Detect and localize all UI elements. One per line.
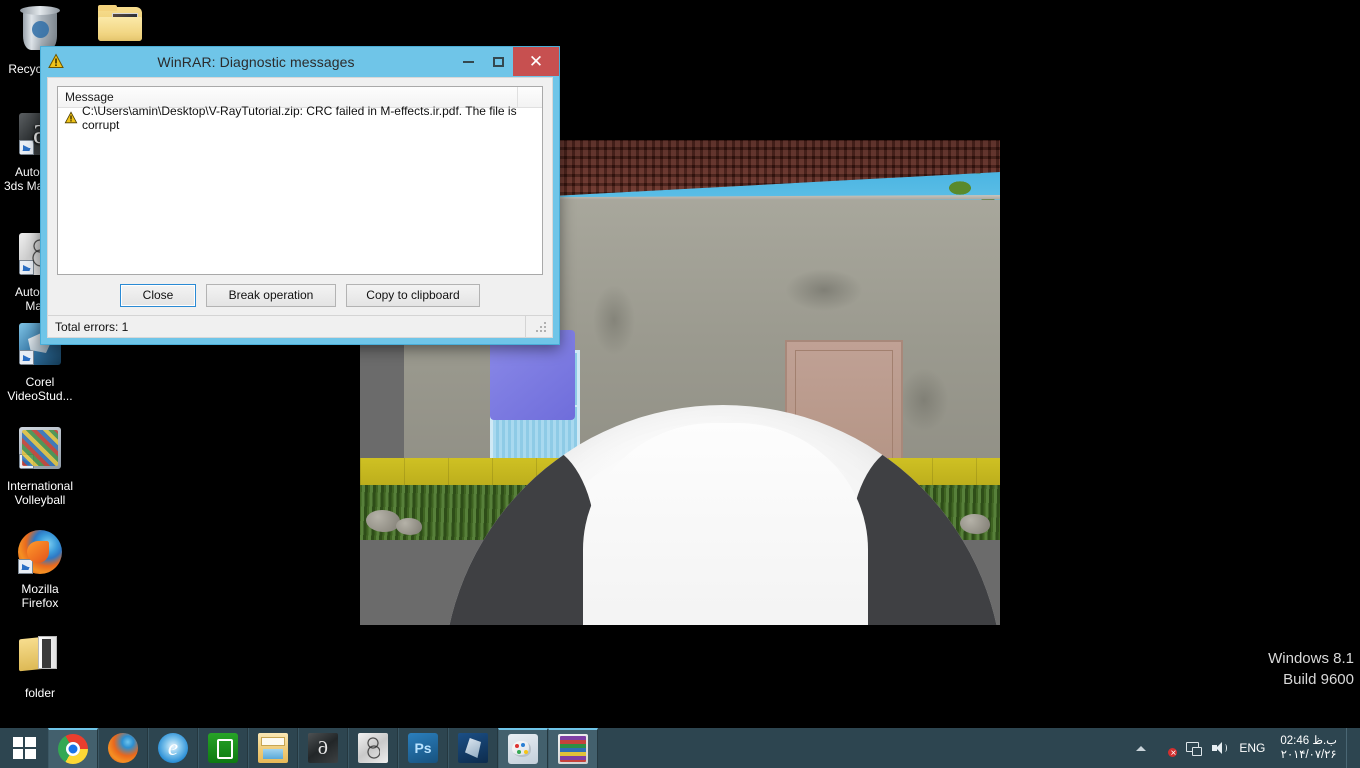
file-explorer-icon <box>258 733 288 763</box>
app-icon <box>458 733 488 763</box>
taskbar-firefox[interactable] <box>98 728 148 768</box>
taskbar-store[interactable] <box>198 728 248 768</box>
desktop-icon-label-line1: Mozilla <box>21 582 59 596</box>
clock-time: 02:46 ب.ظ <box>1280 735 1337 747</box>
firefox-icon <box>16 530 64 578</box>
dialog-button-bar: Close Break operation Copy to clipboard <box>48 275 552 315</box>
taskbar-items[interactable] <box>48 728 598 768</box>
volleyball-icon <box>16 427 64 475</box>
taskbar-file-explorer[interactable] <box>248 728 298 768</box>
message-text: C:\Users\amin\Desktop\V-RayTutorial.zip:… <box>82 103 517 132</box>
3ds-max-icon <box>308 733 338 763</box>
system-tray[interactable]: ENG 02:46 ب.ظ ۲۰۱۴/۰۷/۲۶ <box>1133 728 1360 768</box>
dialog-titlebar[interactable]: WinRAR: Diagnostic messages ✕ <box>41 47 559 76</box>
desktop-icon-label-line2: Volleyball <box>14 493 66 507</box>
internet-explorer-icon <box>158 733 188 763</box>
scene-rock <box>396 518 422 535</box>
desktop-icon-label-line2: Firefox <box>21 596 59 610</box>
chrome-icon <box>58 734 88 764</box>
photoshop-icon <box>408 733 438 763</box>
close-button[interactable]: Close <box>120 283 196 307</box>
open-folder-icon <box>16 634 64 682</box>
desktop-icon-label-line1: International <box>6 479 74 493</box>
clock-date: ۲۰۱۴/۰۷/۲۶ <box>1280 749 1337 761</box>
winrar-diagnostic-messages-dialog[interactable]: WinRAR: Diagnostic messages ✕ Message C:… <box>40 46 560 345</box>
dialog-statusbar: Total errors: 1 <box>48 315 552 337</box>
clock[interactable]: 02:46 ب.ظ ۲۰۱۴/۰۷/۲۶ <box>1276 734 1337 762</box>
taskbar-photoshop[interactable] <box>398 728 448 768</box>
taskbar-winrar[interactable] <box>548 728 598 768</box>
window-controls[interactable]: ✕ <box>453 47 559 76</box>
paint-icon <box>508 734 538 764</box>
watermark-build: Build 9600 <box>1283 671 1354 688</box>
desktop-icon-label: folder <box>24 686 56 700</box>
maximize-button[interactable] <box>483 47 513 76</box>
desktop-icon-label-line2: VideoStud... <box>7 389 73 403</box>
break-operation-button[interactable]: Break operation <box>206 283 336 307</box>
statusbar-divider <box>525 316 526 337</box>
scene-rock <box>366 510 400 532</box>
network-icon[interactable] <box>1186 741 1203 756</box>
desktop[interactable]: Recycle Bin Autodesk 3ds Max 20... Autod… <box>0 0 1360 728</box>
desktop-icon-label-line1: Corel <box>25 375 55 389</box>
total-errors-text: Total errors: 1 <box>55 319 129 334</box>
show-desktop-button[interactable] <box>1346 728 1354 768</box>
winrar-icon <box>558 734 588 764</box>
taskbar-maya[interactable] <box>348 728 398 768</box>
taskbar-blue-app[interactable] <box>448 728 498 768</box>
taskbar-internet-explorer[interactable] <box>148 728 198 768</box>
firefox-icon <box>108 733 138 763</box>
flag-alert-icon[interactable] <box>1159 740 1178 760</box>
resize-grip[interactable] <box>536 322 548 334</box>
desktop-icon-international-volleyball[interactable]: International Volleyball <box>0 424 88 507</box>
language-indicator[interactable]: ENG <box>1237 741 1267 755</box>
desktop-icon-firefox[interactable]: Mozilla Firefox <box>0 528 85 610</box>
taskbar-3ds-max[interactable] <box>298 728 348 768</box>
copy-to-clipboard-button[interactable]: Copy to clipboard <box>346 283 480 307</box>
desktop-icon-folder[interactable]: folder <box>0 628 85 700</box>
taskbar-chrome[interactable] <box>48 728 98 768</box>
minimize-button[interactable] <box>453 47 483 76</box>
close-window-button[interactable]: ✕ <box>513 47 559 76</box>
windows-logo-icon <box>12 737 36 759</box>
maya-icon <box>358 733 388 763</box>
warning-triangle-icon <box>48 53 64 69</box>
dialog-title: WinRAR: Diagnostic messages <box>157 53 355 70</box>
messages-list-rows[interactable]: C:\Users\amin\Desktop\V-RayTutorial.zip:… <box>58 104 542 274</box>
messages-list[interactable]: Message C:\Users\amin\Desktop\V-RayTutor… <box>57 86 543 275</box>
volume-icon[interactable] <box>1211 740 1228 757</box>
taskbar-paint[interactable] <box>498 728 548 768</box>
watermark-version: Windows 8.1 <box>1268 650 1354 667</box>
ball-panel-white <box>583 423 868 625</box>
windows-watermark: Windows 8.1 Build 9600 <box>1268 648 1354 690</box>
show-hidden-icons-icon[interactable] <box>1133 740 1150 757</box>
start-button[interactable] <box>0 728 48 768</box>
taskbar[interactable]: ENG 02:46 ب.ظ ۲۰۱۴/۰۷/۲۶ <box>0 728 1360 768</box>
windows-store-icon <box>208 733 238 763</box>
dialog-body: Message C:\Users\amin\Desktop\V-RayTutor… <box>47 77 553 338</box>
table-row[interactable]: C:\Users\amin\Desktop\V-RayTutorial.zip:… <box>58 104 542 132</box>
warning-triangle-icon <box>64 111 78 124</box>
